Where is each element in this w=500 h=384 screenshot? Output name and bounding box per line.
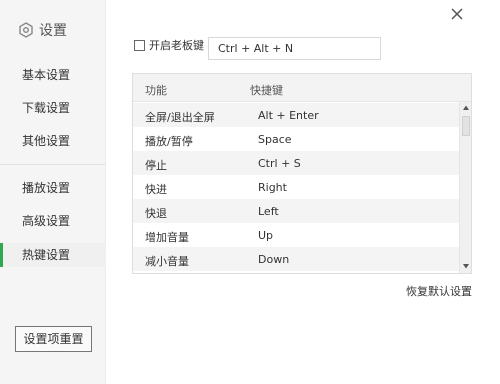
column-header-shortcut: 快捷键 <box>250 84 283 97</box>
boss-key-input[interactable]: Ctrl + Alt + N <box>208 37 381 60</box>
table-row[interactable]: 减小音量 Down <box>133 247 459 271</box>
sidebar-item-basic[interactable]: 基本设置 <box>0 63 106 87</box>
table-row[interactable]: 快退 Left <box>133 199 459 223</box>
table-header: 功能 快捷键 <box>133 74 471 102</box>
sidebar-item-hotkeys[interactable]: 热键设置 <box>0 243 106 267</box>
row-function: 减小音量 <box>145 255 189 268</box>
row-shortcut: Right <box>258 181 287 194</box>
sidebar-item-advanced[interactable]: 高级设置 <box>0 209 106 233</box>
row-function: 快进 <box>145 183 167 196</box>
row-shortcut: Left <box>258 205 279 218</box>
boss-key-toggle[interactable]: 开启老板键 <box>134 37 204 53</box>
row-function: 停止 <box>145 159 167 172</box>
row-shortcut: Alt + Enter <box>258 109 319 122</box>
row-function: 全屏/退出全屏 <box>145 111 215 124</box>
row-shortcut: Space <box>258 133 292 146</box>
sidebar-item-download[interactable]: 下载设置 <box>0 96 106 120</box>
row-shortcut: Up <box>258 229 274 242</box>
row-shortcut: Ctrl + S <box>258 157 301 170</box>
scroll-thumb[interactable] <box>462 116 470 136</box>
sidebar-title: 设置 <box>18 20 67 40</box>
sidebar-divider <box>0 164 106 165</box>
row-function: 播放/暂停 <box>145 135 193 148</box>
sidebar: 设置 基本设置 下载设置 其他设置 播放设置 高级设置 热键设置 设置项重置 <box>0 0 106 384</box>
hexagon-settings-icon <box>19 22 33 38</box>
sidebar-item-other[interactable]: 其他设置 <box>0 129 106 153</box>
reset-settings-button[interactable]: 设置项重置 <box>15 326 92 352</box>
column-header-function: 功能 <box>145 84 167 97</box>
hotkey-table: 功能 快捷键 全屏/退出全屏 Alt + Enter 播放/暂停 Space 停… <box>132 73 472 274</box>
restore-defaults-link[interactable]: 恢复默认设置 <box>406 283 472 299</box>
row-function: 快退 <box>145 207 167 220</box>
table-row[interactable]: 全屏/退出全屏 Alt + Enter <box>133 103 459 127</box>
table-row[interactable]: 停止 Ctrl + S <box>133 151 459 175</box>
close-icon[interactable] <box>449 6 465 22</box>
table-row[interactable]: 增加音量 Up <box>133 223 459 247</box>
sidebar-title-text: 设置 <box>39 23 67 39</box>
table-scrollbar[interactable] <box>459 102 471 273</box>
boss-key-checkbox[interactable] <box>134 39 145 51</box>
table-row[interactable]: 播放/暂停 Space <box>133 127 459 151</box>
scroll-up-arrow-icon[interactable] <box>462 104 470 112</box>
row-shortcut: Down <box>258 253 290 266</box>
sidebar-item-playback[interactable]: 播放设置 <box>0 176 106 200</box>
scroll-down-arrow-icon[interactable] <box>462 262 470 270</box>
row-function: 增加音量 <box>145 231 189 244</box>
boss-key-label: 开启老板键 <box>149 39 204 52</box>
table-row[interactable]: 快进 Right <box>133 175 459 199</box>
